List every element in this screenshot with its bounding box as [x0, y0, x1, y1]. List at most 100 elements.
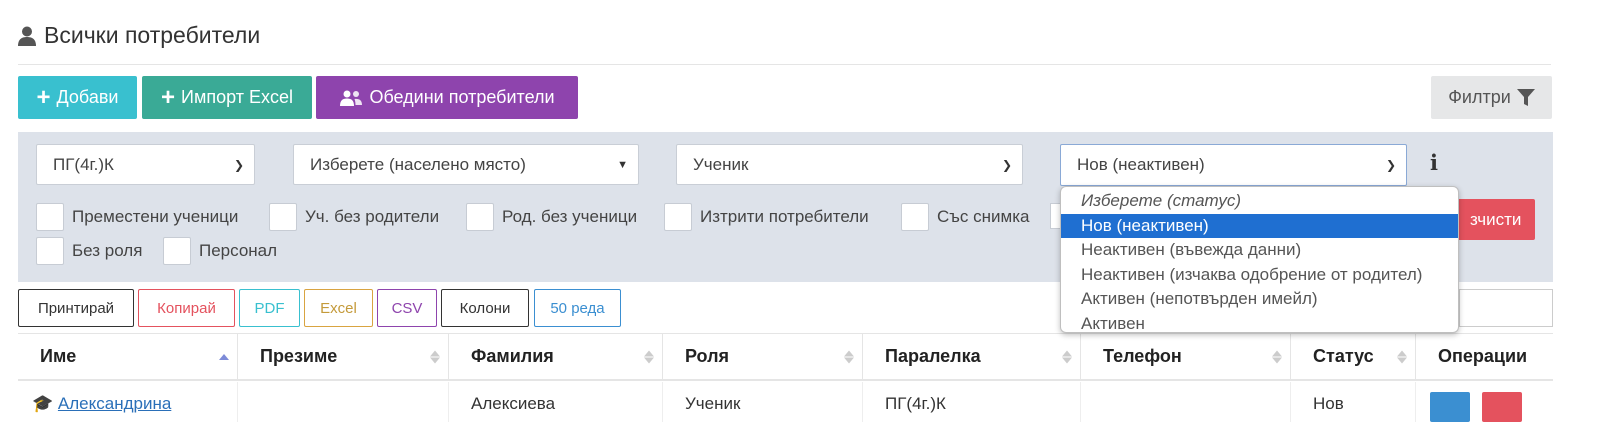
column-header-phone[interactable]: Телефон: [1081, 333, 1291, 381]
status-dropdown-list: Изберете (статус) Нов (неактивен) Неакти…: [1060, 186, 1459, 333]
plus-icon: +: [161, 83, 176, 111]
copy-button[interactable]: Копирай: [138, 289, 235, 327]
checkbox-moved-students[interactable]: Преместени ученици: [36, 203, 238, 231]
column-header-label: Име: [40, 346, 77, 366]
sort-icon: [1062, 350, 1072, 363]
status-select[interactable]: Нов (неактивен) ❯: [1060, 144, 1407, 186]
status-option[interactable]: Активен: [1061, 312, 1458, 337]
title-divider: [18, 64, 1551, 65]
sort-icon: [1272, 350, 1282, 363]
users-icon: [340, 90, 363, 106]
class-select-value: ПГ(4г.)К: [53, 154, 114, 174]
column-header-role[interactable]: Роля: [663, 333, 863, 381]
status-option[interactable]: Активен (непотвърден имейл): [1061, 287, 1458, 312]
plus-icon: +: [36, 83, 51, 111]
place-select[interactable]: Изберете (населено място) ▼: [293, 144, 639, 185]
checkbox-deleted-users[interactable]: Изтрити потребители: [664, 203, 869, 231]
checkbox-label: Персонал: [199, 241, 278, 260]
checkbox-students-no-parents[interactable]: Уч. без родители: [269, 203, 439, 231]
checkbox-label: Изтрити потребители: [700, 207, 869, 226]
table-header: Име Презиме Фамилия Роля Паралелка Телеф…: [18, 333, 1553, 381]
delete-button[interactable]: [1482, 392, 1522, 422]
column-header-label: Телефон: [1103, 346, 1182, 366]
print-button[interactable]: Принтирай: [18, 289, 134, 327]
merge-users-button[interactable]: Обедини потребители: [316, 76, 578, 119]
cell-operations: [1416, 382, 1553, 422]
checkbox-staff[interactable]: Персонал: [163, 237, 277, 265]
page-title-text: Всички потребители: [44, 22, 261, 48]
cell-text: ПГ(4г.)К: [885, 394, 946, 413]
checkbox-box-partial[interactable]: [1050, 203, 1060, 229]
checkbox-parents-no-students[interactable]: Род. без ученици: [466, 203, 637, 231]
sort-icon: [844, 350, 854, 363]
table-search-input[interactable]: [1459, 289, 1553, 327]
filters-button[interactable]: Филтри: [1431, 76, 1552, 119]
status-option-selected[interactable]: Нов (неактивен): [1061, 213, 1458, 238]
sort-icon: [644, 350, 654, 363]
add-button[interactable]: + Добави: [18, 76, 137, 119]
rows-per-page-button[interactable]: 50 реда: [534, 289, 621, 327]
table-row: 🎓 Александрина Алексиева Ученик ПГ(4г.)К…: [18, 382, 1553, 422]
chevron-down-icon: ❯: [1001, 157, 1012, 172]
columns-button[interactable]: Колони: [441, 289, 529, 327]
sort-icon: [430, 350, 440, 363]
checkbox-box[interactable]: [269, 203, 297, 231]
cell-text: Ученик: [685, 394, 741, 413]
column-header-label: Презиме: [260, 346, 338, 366]
column-header-last-name[interactable]: Фамилия: [449, 333, 663, 381]
cell-class: ПГ(4г.)К: [863, 382, 1081, 422]
column-header-middle-name[interactable]: Презиме: [238, 333, 449, 381]
column-header-label: Паралелка: [885, 346, 981, 366]
pdf-button[interactable]: PDF: [239, 289, 300, 327]
cell-last-name: Алексиева: [449, 382, 663, 422]
checkbox-box[interactable]: [163, 237, 191, 265]
status-option[interactable]: Неактивен (въвежда данни): [1061, 238, 1458, 263]
role-select-value: Ученик: [693, 154, 749, 174]
caret-down-icon: ▼: [617, 158, 628, 171]
checkbox-no-role[interactable]: Без роля: [36, 237, 142, 265]
column-header-status[interactable]: Статус: [1291, 333, 1416, 381]
cell-text: Нов: [1313, 394, 1344, 413]
checkbox-box[interactable]: [664, 203, 692, 231]
page-title: Всички потребители: [18, 22, 260, 49]
import-excel-button-label: Импорт Excel: [181, 87, 293, 107]
sort-icon: [1397, 350, 1407, 363]
filters-button-label: Филтри: [1448, 87, 1511, 107]
merge-users-button-label: Обедини потребители: [369, 87, 555, 107]
excel-button[interactable]: Excel: [304, 289, 373, 327]
csv-button[interactable]: CSV: [377, 289, 437, 327]
column-header-class[interactable]: Паралелка: [863, 333, 1081, 381]
import-excel-button[interactable]: + Импорт Excel: [142, 76, 312, 119]
cell-phone: [1081, 382, 1291, 422]
edit-button[interactable]: [1430, 392, 1470, 422]
checkbox-box[interactable]: [36, 203, 64, 231]
status-option[interactable]: Неактивен (изчаква одобрение от родител): [1061, 263, 1458, 288]
add-button-label: Добави: [56, 87, 119, 107]
column-header-label: Фамилия: [471, 346, 554, 366]
csv-button-label: CSV: [391, 299, 423, 317]
checkbox-label: Род. без ученици: [502, 207, 638, 226]
cell-role: Ученик: [663, 382, 863, 422]
sort-icon: [219, 353, 229, 360]
cell-status: Нов: [1291, 382, 1416, 422]
cell-name-link[interactable]: Александрина: [58, 394, 171, 413]
checkbox-label: Със снимка: [937, 207, 1030, 226]
checkbox-with-photo[interactable]: Със снимка: [901, 203, 1029, 231]
status-option[interactable]: Изберете (статус): [1061, 189, 1458, 214]
column-header-name[interactable]: Име: [18, 333, 238, 381]
status-select-value: Нов (неактивен): [1077, 155, 1205, 174]
column-header-operations: Операции: [1416, 333, 1553, 381]
cell-middle-name: [238, 382, 449, 422]
role-select[interactable]: Ученик ❯: [676, 144, 1023, 185]
column-header-label: Операции: [1438, 346, 1528, 366]
info-glyph: i: [1430, 150, 1438, 175]
checkbox-box[interactable]: [36, 237, 64, 265]
column-header-label: Роля: [685, 346, 730, 366]
clear-filters-label: зчисти: [1470, 209, 1522, 229]
info-icon[interactable]: i: [1430, 150, 1438, 175]
checkbox-box[interactable]: [466, 203, 494, 231]
cell-name[interactable]: 🎓 Александрина: [18, 382, 238, 422]
place-select-value: Изберете (населено място): [310, 154, 526, 174]
class-select[interactable]: ПГ(4г.)К ❯: [36, 144, 255, 185]
checkbox-box[interactable]: [901, 203, 929, 231]
